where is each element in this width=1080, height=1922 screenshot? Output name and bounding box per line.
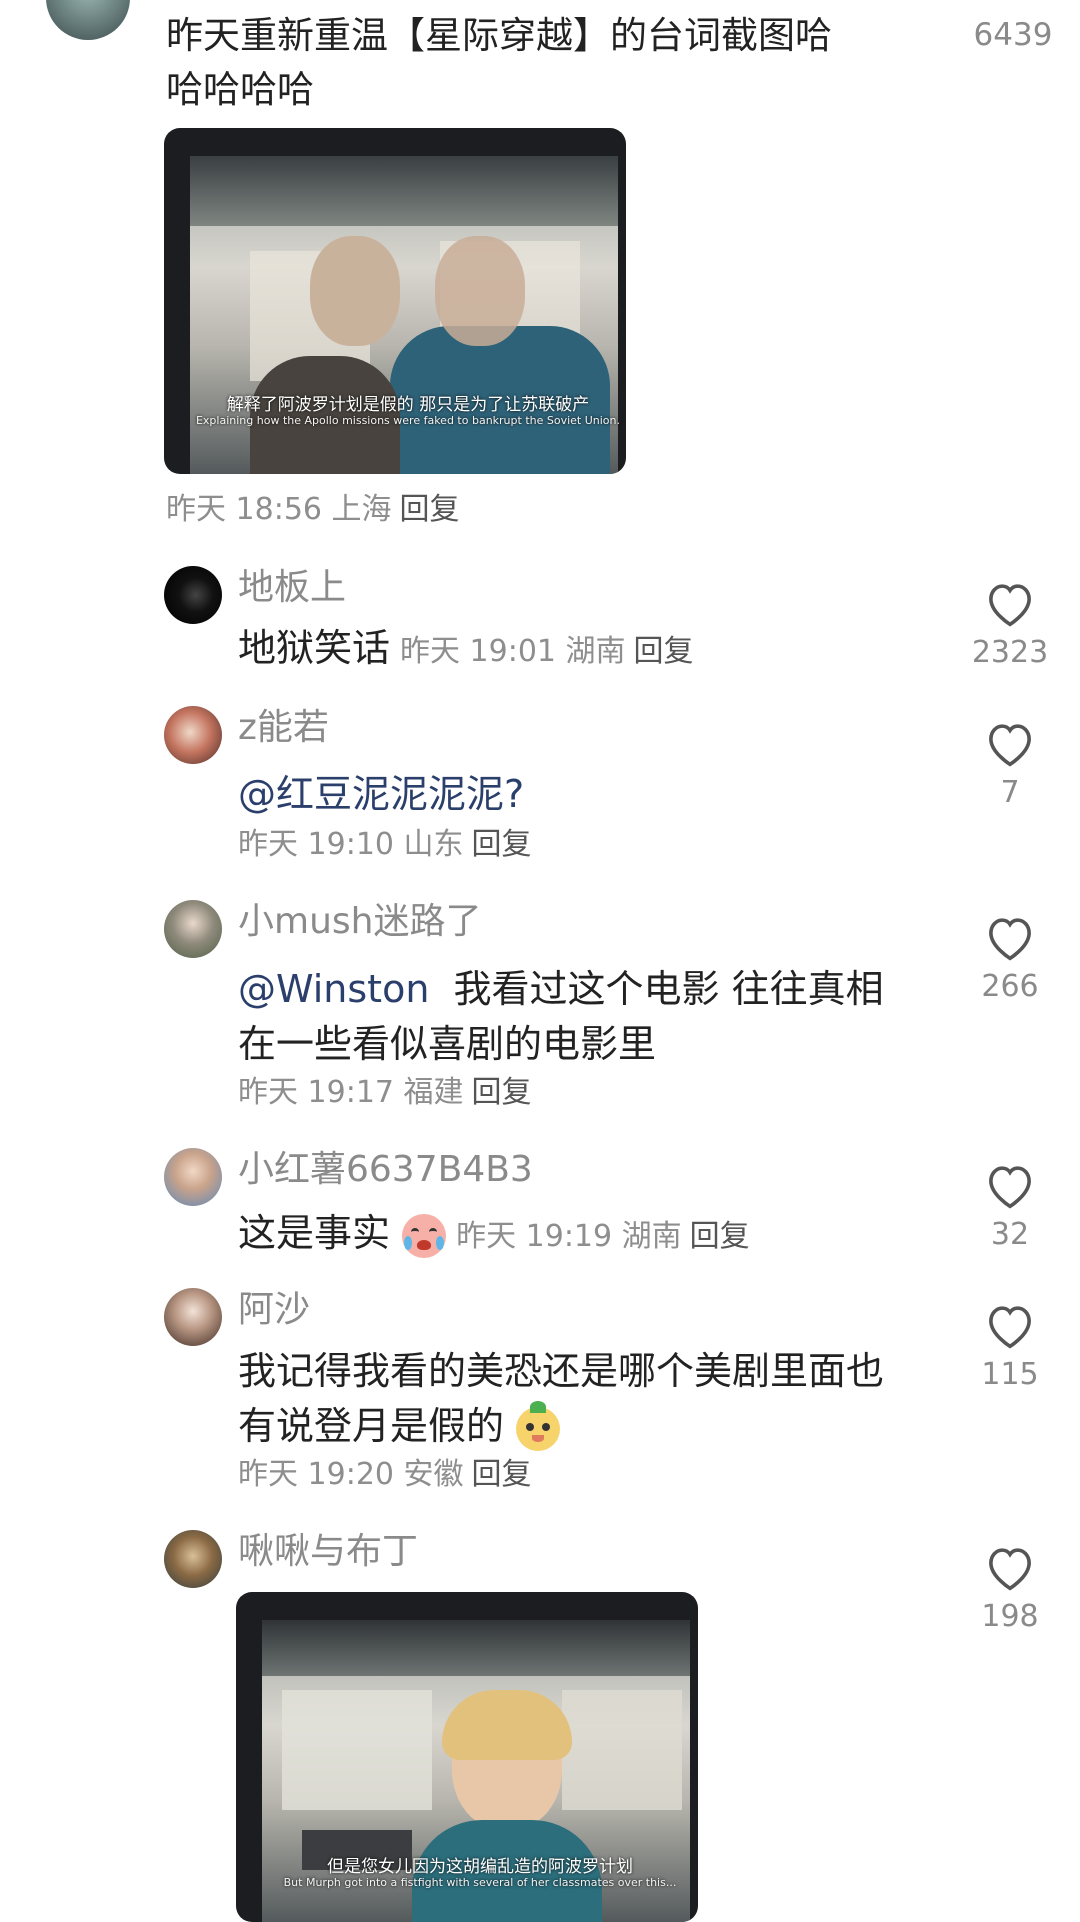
heart-icon <box>989 724 1031 767</box>
reply-text: @红豆泥泥泥泥? <box>238 765 524 823</box>
comment-text: 有说登月是假的 <box>238 1404 505 1448</box>
avatar[interactable] <box>164 566 222 624</box>
subtitle-en: But Murph got into a fistfight with seve… <box>283 1876 677 1889</box>
comment-text: 这是事实 <box>238 1211 391 1255</box>
reply-text-line2: 在一些看似喜剧的电影里 <box>238 1022 657 1066</box>
subtitle-cn: 解释了阿波罗计划是假的 那只是为了让苏联破产 <box>226 395 590 415</box>
mention-link[interactable]: @红豆泥泥泥泥? <box>238 772 524 816</box>
avatar[interactable] <box>164 900 222 958</box>
like-count: 198 <box>981 1599 1039 1634</box>
crying-face-emoji <box>402 1213 447 1258</box>
top-comment-text-line2: 哈哈哈哈 <box>166 68 314 111</box>
like-button[interactable]: 2323 <box>970 578 1050 668</box>
reply-link[interactable]: 回复 <box>400 492 460 527</box>
reply-text: 地狱笑话 昨天 19:01 湖南 回复 <box>238 619 694 681</box>
reply-link[interactable]: 回复 <box>472 827 532 862</box>
reply-link[interactable]: 回复 <box>472 1075 532 1110</box>
username[interactable]: 阿沙 <box>238 1292 310 1328</box>
reply-link[interactable]: 回复 <box>634 634 694 669</box>
reply-link[interactable]: 回复 <box>472 1457 532 1492</box>
like-count: 6439 <box>973 17 1053 53</box>
like-button[interactable]: 115 <box>970 1300 1050 1390</box>
heart-icon <box>989 1166 1031 1209</box>
reply-text: 这是事实 昨天 19:19 湖南 回复 <box>238 1204 750 1266</box>
reply-meta: 昨天 19:20 安徽 回复 <box>238 1460 532 1490</box>
reply-text-line1: 我记得我看的美恐还是哪个美剧里面也 <box>238 1349 885 1393</box>
username[interactable]: z能若 <box>238 710 329 746</box>
timestamp-location: 昨天 19:19 湖南 <box>456 1219 682 1254</box>
avatar[interactable] <box>164 706 222 764</box>
heart-icon <box>989 1548 1031 1591</box>
like-count: 115 <box>981 1357 1039 1392</box>
like-button[interactable]: 198 <box>970 1542 1050 1632</box>
comment-text: 地狱笑话 <box>238 626 391 670</box>
avatar[interactable] <box>164 1530 222 1588</box>
like-count: 7 <box>1000 775 1020 810</box>
top-comment-image[interactable]: 解释了阿波罗计划是假的 那只是为了让苏联破产 Explaining how th… <box>164 128 626 474</box>
reply-meta: 昨天 19:10 山东 回复 <box>238 830 532 860</box>
cute-face-emoji <box>516 1400 561 1451</box>
avatar[interactable] <box>164 1148 222 1206</box>
like-button[interactable]: 7 <box>970 718 1050 808</box>
like-button[interactable]: 32 <box>970 1160 1050 1250</box>
mention-link[interactable]: @Winston <box>238 967 429 1011</box>
comment-text: 我看过这个电影 往往真相 <box>453 967 884 1011</box>
username[interactable]: 小红薯6637B4B3 <box>238 1152 533 1188</box>
reply-link[interactable]: 回复 <box>690 1219 750 1254</box>
subtitle-en: Explaining how the Apollo missions were … <box>195 414 621 427</box>
heart-icon <box>989 918 1031 961</box>
timestamp-location: 昨天 19:01 湖南 <box>400 634 626 669</box>
reply-meta: 昨天 19:17 福建 回复 <box>238 1078 532 1108</box>
reply-text-line2: 有说登月是假的 <box>238 1397 561 1455</box>
like-count: 266 <box>981 969 1039 1004</box>
username[interactable]: 地板上 <box>238 570 346 606</box>
like-button[interactable]: 266 <box>970 912 1050 1002</box>
reply-meta: 昨天 19:19 湖南 回复 <box>456 1219 750 1254</box>
top-comment-like[interactable]: 6439 <box>968 20 1058 51</box>
like-count: 2323 <box>971 635 1049 670</box>
timestamp-location: 昨天 19:17 福建 <box>238 1075 464 1110</box>
like-count: 32 <box>990 1217 1030 1252</box>
timestamp-location: 昨天 19:20 安徽 <box>238 1457 464 1492</box>
reply-meta: 昨天 19:01 湖南 回复 <box>400 634 694 669</box>
subtitle-cn: 但是您女儿因为这胡编乱造的阿波罗计划 <box>327 1857 633 1877</box>
timestamp-location: 昨天 19:10 山东 <box>238 827 464 862</box>
username[interactable]: 啾啾与布丁 <box>238 1534 418 1570</box>
top-comment-avatar[interactable] <box>46 0 130 40</box>
avatar[interactable] <box>164 1288 222 1346</box>
timestamp-location: 昨天 18:56 上海 <box>166 492 392 527</box>
reply-text-line1: @Winston 我看过这个电影 往往真相 <box>238 960 884 1018</box>
reply-image[interactable]: 但是您女儿因为这胡编乱造的阿波罗计划 But Murph got into a … <box>236 1592 698 1922</box>
heart-icon <box>989 1306 1031 1349</box>
top-comment-meta: 昨天 18:56 上海 回复 <box>166 495 460 525</box>
username[interactable]: 小mush迷路了 <box>238 904 481 940</box>
heart-icon <box>989 584 1031 627</box>
